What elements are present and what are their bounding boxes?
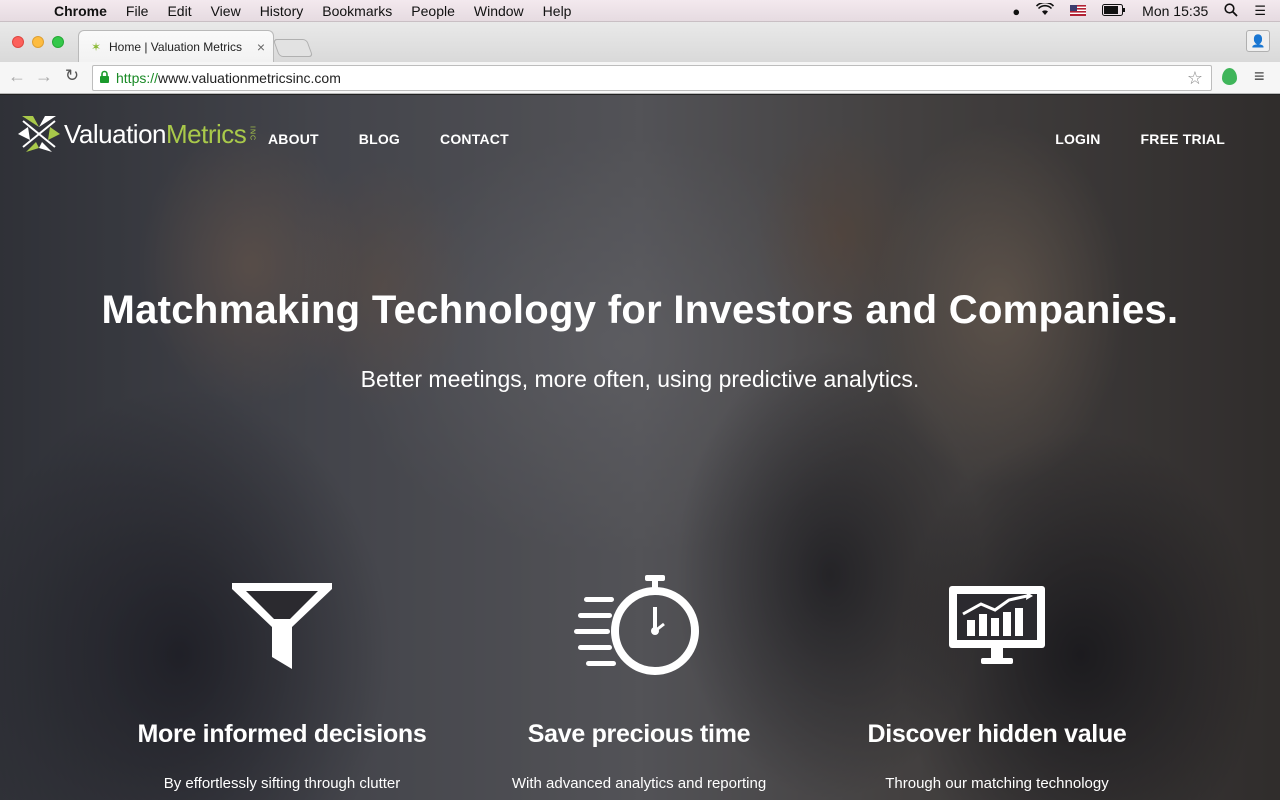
hero-subtitle: Better meetings, more often, using predi…	[360, 366, 920, 392]
feature-title: More informed decisions	[137, 720, 427, 748]
nav-login[interactable]: LOGIN	[1055, 131, 1100, 147]
logo-inc: INC	[248, 126, 256, 142]
logo-wordmark: ValuationMetrics	[64, 118, 247, 150]
notification-icon[interactable]: ●	[1012, 4, 1020, 19]
hero-title: Matchmaking Technology for Investors and…	[101, 288, 1179, 332]
feature-text: With advanced analytics and reporting	[511, 775, 767, 792]
url-host: www.valuationmetricsinc.com	[158, 70, 341, 86]
spotlight-search-icon[interactable]	[1224, 2, 1238, 20]
nav-blog[interactable]: BLOG	[359, 131, 400, 147]
forward-arrow-icon[interactable]: →	[34, 66, 54, 87]
menu-view[interactable]: View	[211, 3, 241, 19]
reload-icon[interactable]: ↻	[62, 66, 82, 86]
profile-avatar-icon[interactable]: 👤	[1246, 30, 1270, 52]
feature-hidden-value: Discover hidden value Through our matchi…	[807, 565, 1187, 792]
back-arrow-icon[interactable]: ←	[7, 66, 27, 87]
logo-metrics: Metrics	[166, 118, 247, 149]
url-scheme: https://	[116, 70, 159, 86]
browser-tab-active[interactable]: ✶ Home | Valuation Metrics ×	[78, 30, 274, 62]
input-flag-icon[interactable]	[1070, 4, 1087, 19]
nav-contact[interactable]: CONTACT	[440, 131, 509, 147]
window-close-button[interactable]	[12, 36, 24, 48]
nav-free-trial[interactable]: FREE TRIAL	[1141, 131, 1225, 147]
account-nav: LOGIN FREE TRIAL	[1055, 131, 1225, 147]
secure-lock-icon[interactable]	[99, 70, 110, 87]
bookmark-star-icon[interactable]: ☆	[1187, 68, 1203, 89]
macos-menu-bar: Chrome File Edit View History Bookmarks …	[0, 0, 1280, 22]
menu-window[interactable]: Window	[474, 3, 524, 19]
address-bar[interactable]: https:// www.valuationmetricsinc.com ☆	[92, 65, 1212, 91]
main-nav: ABOUT BLOG CONTACT	[268, 131, 509, 147]
wifi-icon[interactable]	[1036, 1, 1055, 19]
logo-valuation: Valuation	[64, 118, 167, 149]
menu-file[interactable]: File	[126, 3, 149, 19]
feature-save-time: Save precious time With advanced analyti…	[449, 565, 829, 792]
site-favicon-icon: ✶	[91, 39, 102, 54]
menu-bookmarks[interactable]: Bookmarks	[322, 3, 392, 19]
window-zoom-button[interactable]	[52, 36, 64, 48]
menu-edit[interactable]: Edit	[167, 3, 191, 19]
stopwatch-icon	[449, 565, 829, 685]
feature-title: Discover hidden value	[867, 720, 1127, 748]
feature-informed-decisions: More informed decisions By effortlessly …	[92, 565, 472, 792]
menu-people[interactable]: People	[411, 3, 455, 19]
battery-icon[interactable]	[1102, 3, 1126, 19]
menu-history[interactable]: History	[260, 3, 304, 19]
menubar-clock[interactable]: Mon 15:35	[1142, 3, 1208, 19]
notification-center-icon[interactable]: ☰	[1254, 3, 1266, 19]
window-minimize-button[interactable]	[32, 36, 44, 48]
webpage-hero: ValuationMetrics INC ABOUT BLOG CONTACT …	[0, 95, 1280, 800]
site-logo[interactable]: ValuationMetrics INC	[16, 111, 255, 157]
feature-text: Through our matching technology	[885, 775, 1109, 792]
nav-about[interactable]: ABOUT	[268, 131, 319, 147]
extension-green-icon[interactable]	[1222, 68, 1237, 85]
browser-tab-strip: ✶ Home | Valuation Metrics × 👤	[0, 22, 1280, 62]
tab-title: Home | Valuation Metrics	[109, 39, 242, 54]
feature-title: Save precious time	[527, 720, 751, 748]
browser-toolbar: ← → ↻ https:// www.valuationmetricsinc.c…	[0, 62, 1280, 94]
funnel-icon	[92, 565, 472, 685]
chrome-menu-icon[interactable]: ≡	[1254, 66, 1265, 87]
menu-help[interactable]: Help	[543, 3, 572, 19]
tab-close-icon[interactable]: ×	[257, 39, 265, 55]
new-tab-button[interactable]	[272, 39, 314, 57]
logo-star-icon	[18, 116, 60, 152]
feature-text: By effortlessly sifting through clutter	[163, 775, 401, 792]
monitor-chart-icon	[807, 565, 1187, 685]
menu-app-chrome[interactable]: Chrome	[54, 3, 107, 19]
